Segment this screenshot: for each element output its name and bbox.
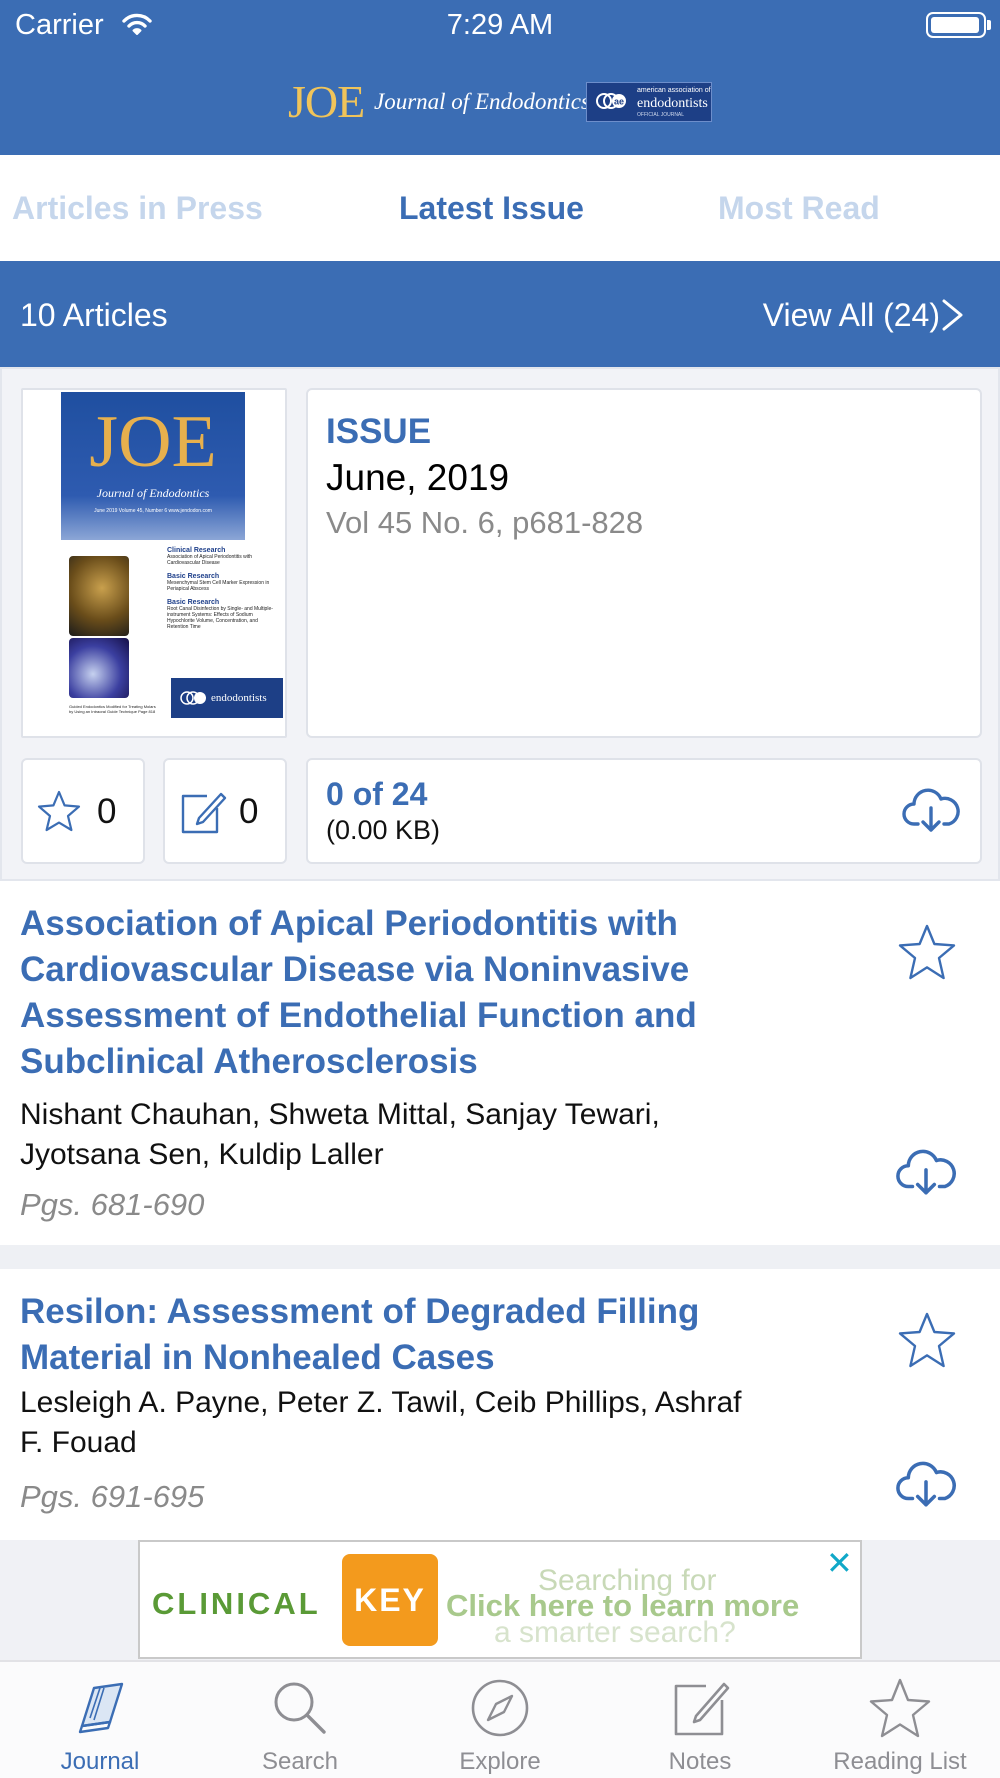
cover-bottom-text: Guided Endodontics Modified for Treating… (69, 704, 156, 714)
ad-text-line2[interactable]: Click here to learn more (446, 1588, 799, 1624)
status-bar: Carrier 7:29 AM (0, 0, 1000, 50)
app-header: Carrier 7:29 AM JOE Journal of Endodonti… (0, 0, 1000, 155)
star-outline-icon[interactable] (896, 1311, 958, 1371)
svg-text:ae: ae (614, 97, 624, 107)
notes-icon (674, 1682, 730, 1736)
issue-cover[interactable]: JOE Journal of Endodontics June 2019 Vol… (21, 388, 287, 738)
journal-icon (78, 1682, 124, 1734)
bottom-tab-bar: Journal Search Explore Notes Reading Lis… (0, 1660, 1000, 1778)
cover-section: Basic Research Mesenchymal Stem Cell Mar… (167, 573, 279, 592)
issue-download-card[interactable]: 0 of 24 (0.00 KB) (306, 758, 982, 864)
cover-section: Basic Research Root Canal Disinfection b… (167, 599, 279, 630)
article-authors: Nishant Chauhan, Shweta Mittal, Sanjay T… (20, 1098, 660, 1171)
tab-latest-issue[interactable]: Latest Issue (399, 190, 584, 227)
clock: 7:29 AM (446, 9, 554, 41)
articles-count: 10 Articles (20, 297, 168, 333)
tab-label: Reading List (833, 1748, 967, 1775)
list-separator (0, 1245, 1000, 1269)
star-outline-icon (37, 790, 81, 832)
compass-icon (471, 1679, 529, 1737)
aae-circles-icon: ae (596, 93, 626, 109)
aae-small-text: american association of (637, 87, 711, 94)
tab-label: Notes (668, 1748, 732, 1775)
article-list-item[interactable]: Resilon: Assessment of Degraded Filling … (0, 1269, 1000, 1540)
aae-official-text: OFFICIAL JOURNAL (637, 112, 685, 118)
tab-articles-in-press[interactable]: Articles in Press (12, 190, 263, 227)
article-title[interactable]: Resilon: Assessment of Degraded Filling … (20, 1289, 790, 1381)
issue-favorites-button[interactable]: 0 (21, 758, 145, 864)
chevron-right-icon[interactable] (940, 297, 966, 333)
favorites-count: 0 (97, 792, 117, 831)
cover-section-text: Root Canal Disinfection by Single- and M… (167, 606, 273, 630)
issue-volume: Vol 45 No. 6, p681-828 (326, 505, 644, 540)
tab-journal[interactable]: Journal (0, 1662, 200, 1778)
battery-tip (987, 20, 991, 30)
articles-bar: 10 Articles View All (24) (0, 261, 1000, 367)
cover-aae-logo: endodontists (171, 678, 283, 718)
view-all-link[interactable]: View All (24) (763, 297, 940, 334)
issue-notes-button[interactable]: 0 (163, 758, 287, 864)
segment-tabs: Articles in Press Latest Issue Most Read (0, 155, 1000, 261)
tab-label: Journal (60, 1748, 140, 1775)
notes-count: 0 (239, 792, 259, 831)
tab-most-read[interactable]: Most Read (718, 190, 880, 227)
search-icon (274, 1682, 326, 1734)
cover-section-text: Mesenchymal Stem Cell Marker Expression … (167, 580, 270, 592)
issue-panel: JOE Journal of Endodontics June 2019 Vol… (0, 367, 1000, 881)
logo-subtitle: Journal of Endodontics (374, 89, 590, 114)
cloud-download-icon[interactable] (895, 1147, 957, 1199)
issue-info-card: ISSUE June, 2019 Vol 45 No. 6, p681-828 (306, 388, 982, 738)
star-icon (869, 1678, 931, 1738)
cover-section: Clinical Research Association of Apical … (167, 547, 279, 566)
cover-image-clinical (69, 638, 129, 698)
issue-date: June, 2019 (326, 457, 510, 498)
ad-strip: CLINICAL KEY Searching for a smarter sea… (0, 1540, 1000, 1660)
download-size: (0.00 KB) (326, 815, 441, 845)
article-authors: Lesleigh A. Payne, Peter Z. Tawil, Ceib … (20, 1386, 742, 1459)
tab-notes[interactable]: Notes (600, 1662, 800, 1778)
download-progress: 0 of 24 (326, 776, 428, 812)
aae-logo: ae american association of endodontists … (586, 82, 712, 122)
tab-search[interactable]: Search (200, 1662, 400, 1778)
ad-brand-key: KEY (342, 1554, 438, 1646)
cover-title: JOE (89, 401, 217, 483)
star-outline-icon[interactable] (896, 923, 958, 983)
ad-brand-clinical: CLINICAL (152, 1586, 321, 1621)
note-edit-icon (181, 792, 227, 834)
cover-meta: June 2019 Volume 45, Number 6 www.jendod… (94, 508, 212, 514)
ad-banner[interactable]: CLINICAL KEY Searching for a smarter sea… (138, 1540, 862, 1659)
issue-label: ISSUE (326, 412, 432, 451)
article-pages: Pgs. 681-690 (20, 1187, 205, 1222)
tab-label: Search (261, 1748, 339, 1775)
close-icon[interactable]: ✕ (826, 1544, 853, 1582)
cover-image-tooth (69, 556, 129, 636)
cover-section-text: Association of Apical Periodontitis with… (167, 554, 253, 566)
aae-name-text: endodontists (637, 96, 708, 111)
cloud-download-icon[interactable] (902, 786, 960, 836)
cover-masthead: JOE Journal of Endodontics June 2019 Vol… (61, 392, 245, 540)
cloud-download-icon[interactable] (895, 1459, 957, 1511)
logo-joe-text: JOE (288, 76, 365, 127)
battery-icon (926, 12, 986, 38)
article-list-item[interactable]: Association of Apical Periodontitis with… (0, 881, 1000, 1245)
tab-explore[interactable]: Explore (400, 1662, 600, 1778)
article-title[interactable]: Association of Apical Periodontitis with… (20, 901, 790, 1085)
tab-reading-list[interactable]: Reading List (800, 1662, 1000, 1778)
tab-label: Explore (459, 1748, 541, 1775)
cover-subtitle: Journal of Endodontics (96, 486, 210, 500)
article-pages: Pgs. 691-695 (20, 1479, 205, 1514)
cover-aae-name: endodontists (211, 692, 267, 704)
journal-logo: JOE Journal of Endodontics ae american a… (288, 76, 712, 127)
